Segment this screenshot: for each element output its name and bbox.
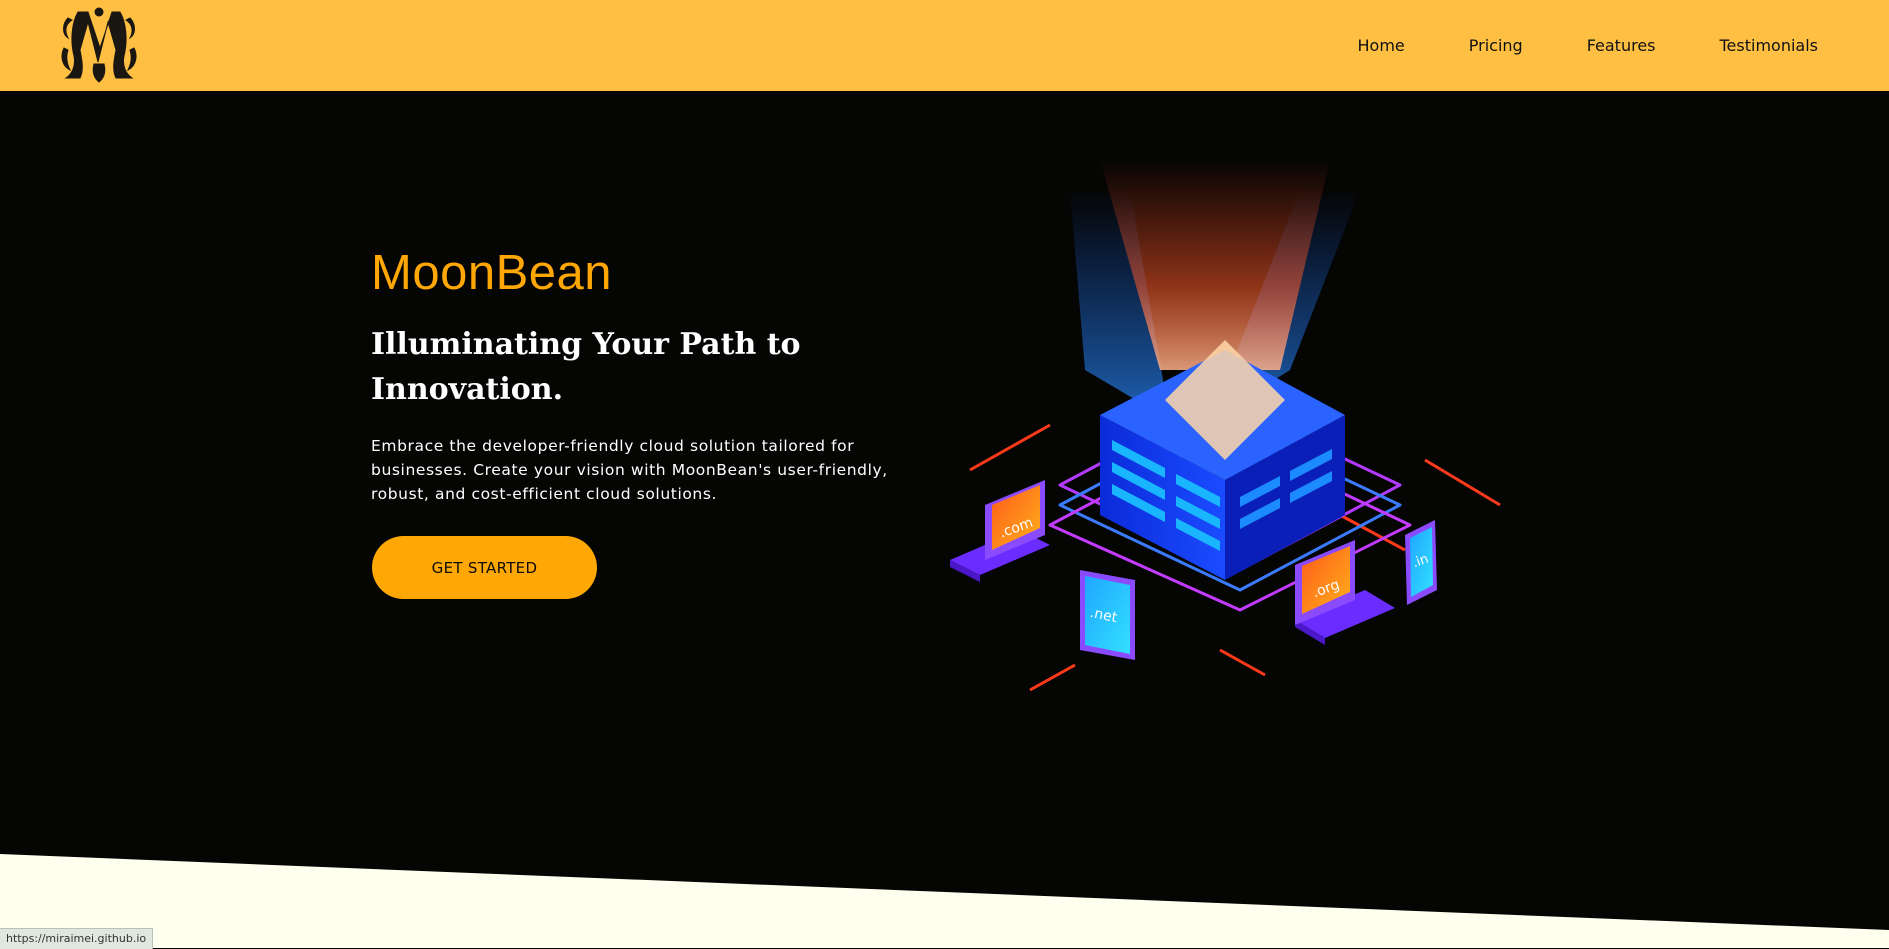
accent-line [1219, 648, 1266, 677]
accent-line [1029, 663, 1076, 692]
laptop-com: .com [950, 480, 1050, 582]
hero-headline: Illuminating Your Path to Innovation. [371, 327, 801, 407]
brand-title: MoonBean [371, 246, 613, 300]
nav-links: Home Pricing Features Testimonials [1358, 0, 1818, 91]
accent-line [969, 423, 1051, 472]
link-preview-status: https://miraimei.github.io [0, 928, 154, 949]
cloud-server-illustration: .com .net .org .in [950, 160, 1501, 692]
navbar: Home Pricing Features Testimonials [0, 0, 1889, 91]
nav-link-features[interactable]: Features [1587, 36, 1656, 55]
monogram-logo-icon[interactable] [58, 4, 142, 84]
next-section-divider [0, 854, 1889, 948]
hero-description: Embrace the developer-friendly cloud sol… [371, 437, 888, 503]
get-started-button[interactable]: GET STARTED [372, 536, 597, 599]
accent-line [1424, 458, 1501, 507]
nav-link-testimonials[interactable]: Testimonials [1720, 36, 1819, 55]
nav-link-pricing[interactable]: Pricing [1469, 36, 1523, 55]
phone-in: .in [1405, 520, 1437, 605]
tablet-net: .net [1080, 570, 1135, 660]
laptop-org: .org [1295, 540, 1395, 645]
nav-link-home[interactable]: Home [1358, 36, 1405, 55]
